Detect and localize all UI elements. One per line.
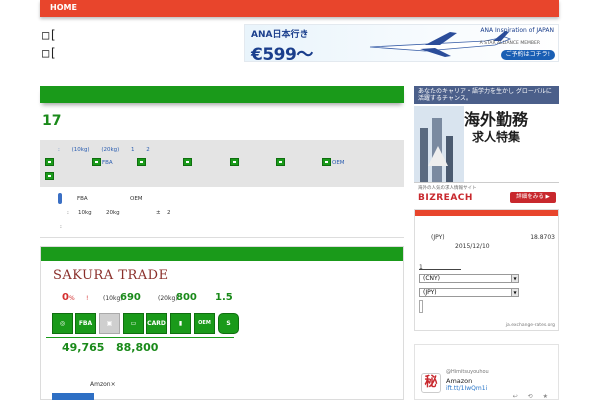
gear-icon[interactable] [322, 158, 331, 166]
site-title-line-1[interactable]: □[ [42, 28, 56, 42]
info-weight-row: : (10kg) (20kg) 1 2 [58, 147, 150, 153]
fba-label[interactable]: FBA [102, 160, 113, 166]
biz-ad-tagline: あなたのキャリア・語学力を生かし グローバルに活躍するチャンス。 [414, 86, 559, 104]
ad-cta-button[interactable]: ご予約はコチラ! [500, 50, 555, 60]
biz-ad-detail-button[interactable]: 詳細をみる ▶ [510, 192, 556, 203]
tweet-handle[interactable]: @Himitsuyouhou [446, 369, 489, 375]
nav-home-link[interactable]: HOME [50, 3, 77, 12]
image-placeholder-icon[interactable]: ▣ [99, 313, 120, 334]
biz-ad-foot-text: 海外の人気の求人情報サイト [418, 186, 477, 191]
card-badge-icon[interactable]: CARD [146, 313, 167, 334]
post-count: 17 [42, 113, 62, 129]
price-1: 49,765 [62, 341, 105, 354]
detail-colon: : [67, 210, 69, 216]
globe-icon[interactable]: ◎ [52, 313, 73, 334]
scroll-handle[interactable] [58, 193, 62, 204]
biz-ad-subheadline: 求人特集 [472, 130, 521, 144]
currency-jpy-label: (JPY) [431, 234, 445, 241]
ad-price: €599～ [251, 45, 313, 62]
skype-icon[interactable] [45, 172, 54, 180]
card-header-bar [41, 247, 403, 261]
currency-widget-header [415, 210, 558, 216]
from-currency-select[interactable]: (CNY) ▼ [419, 274, 519, 283]
fba-badge-icon[interactable]: FBA [75, 313, 96, 334]
bar-chart-badge-icon[interactable]: ▮ [170, 313, 191, 334]
detail-20kg: 20kg [106, 210, 120, 216]
rate-unit: % [69, 295, 75, 302]
currency-rate: 18.8703 [530, 234, 555, 241]
currency-date: 2015/12/10 [455, 243, 490, 250]
card-icon[interactable] [230, 158, 239, 166]
bizreach-ad[interactable]: あなたのキャリア・語学力を生かし グローバルに活躍するチャンス。 海外勤務 求人… [414, 86, 559, 205]
product-title[interactable]: SAKURA TRADE [53, 268, 169, 283]
skyline-illustration [414, 106, 464, 186]
monitor-badge-icon[interactable]: ▭ [123, 313, 144, 334]
info-box: : (10kg) (20kg) 1 2 FBA OEM [40, 140, 404, 187]
detail-two: 2 [167, 210, 171, 216]
ad-alliance: A STAR ALLIANCE MEMBER [479, 41, 540, 46]
result-box[interactable] [419, 300, 423, 313]
chevron-down-icon: ▼ [511, 289, 518, 296]
image-icon[interactable] [137, 158, 146, 166]
top-nav-bar: HOME [40, 0, 559, 17]
ratio-value: 1.5 [215, 292, 233, 303]
section-header-bar [40, 86, 404, 103]
oem-label[interactable]: OEM [332, 160, 345, 166]
weight-20-value: 800 [176, 292, 197, 303]
detail-plusminus: ± [156, 210, 161, 216]
currency-source-link[interactable]: ja.exchange-rates.org [506, 323, 555, 328]
site-title-line-2[interactable]: □[ [42, 46, 56, 60]
chevron-down-icon: ▼ [511, 275, 518, 282]
play-button[interactable] [52, 393, 94, 400]
tweet-link[interactable]: ift.tt/1IwQm1i [446, 385, 487, 392]
fba-icon[interactable] [92, 158, 101, 166]
amount-input-underline[interactable] [419, 269, 461, 270]
divider [40, 237, 404, 238]
bizreach-logo: BIZREACH [418, 193, 473, 203]
ad-brand: ANA Inspiration of JAPAN [480, 27, 554, 34]
avatar[interactable]: 秘 [421, 373, 441, 393]
amazon-label: Amzon× [90, 381, 116, 388]
detail-10kg: 10kg [78, 210, 92, 216]
detail-oem: OEM [130, 196, 143, 202]
weight-20-label: (20kg) [158, 295, 178, 302]
icons-underline [46, 337, 234, 338]
weight-10-value: 690 [120, 292, 141, 303]
price-2: 88,800 [116, 341, 159, 354]
rate-value: 0 [62, 292, 69, 303]
detail-fba: FBA [77, 196, 88, 202]
skype-badge-icon[interactable]: S [218, 313, 239, 334]
biz-ad-footer: 海外の人気の求人情報サイト BIZREACH 詳細をみる ▶ [414, 182, 559, 205]
alert-mark: ! [86, 295, 89, 302]
oem-gear-icon[interactable]: OEM [194, 313, 215, 334]
ad-headline: ANA日本行き [251, 30, 309, 40]
currency-widget: (JPY) 18.8703 2015/12/10 1 (CNY) ▼ (JPY)… [414, 209, 559, 331]
monitor-icon[interactable] [183, 158, 192, 166]
tweet-widget: 秘 @Himitsuyouhou Amazon ift.tt/1IwQm1i ↩… [414, 344, 559, 400]
ana-banner-ad[interactable]: ANA日本行き €599～ ANA Inspiration of JAPAN A… [244, 24, 559, 62]
bar-chart-icon[interactable] [276, 158, 285, 166]
to-currency-select[interactable]: (JPY) ▼ [419, 288, 519, 297]
biz-ad-headline: 海外勤務 [464, 110, 529, 129]
tweet-text: Amazon [446, 377, 473, 385]
tweet-actions[interactable]: ↩ ⟲ ★ [513, 393, 552, 400]
detail-colon-2: : [60, 224, 62, 230]
category-icon-1[interactable] [45, 158, 54, 166]
